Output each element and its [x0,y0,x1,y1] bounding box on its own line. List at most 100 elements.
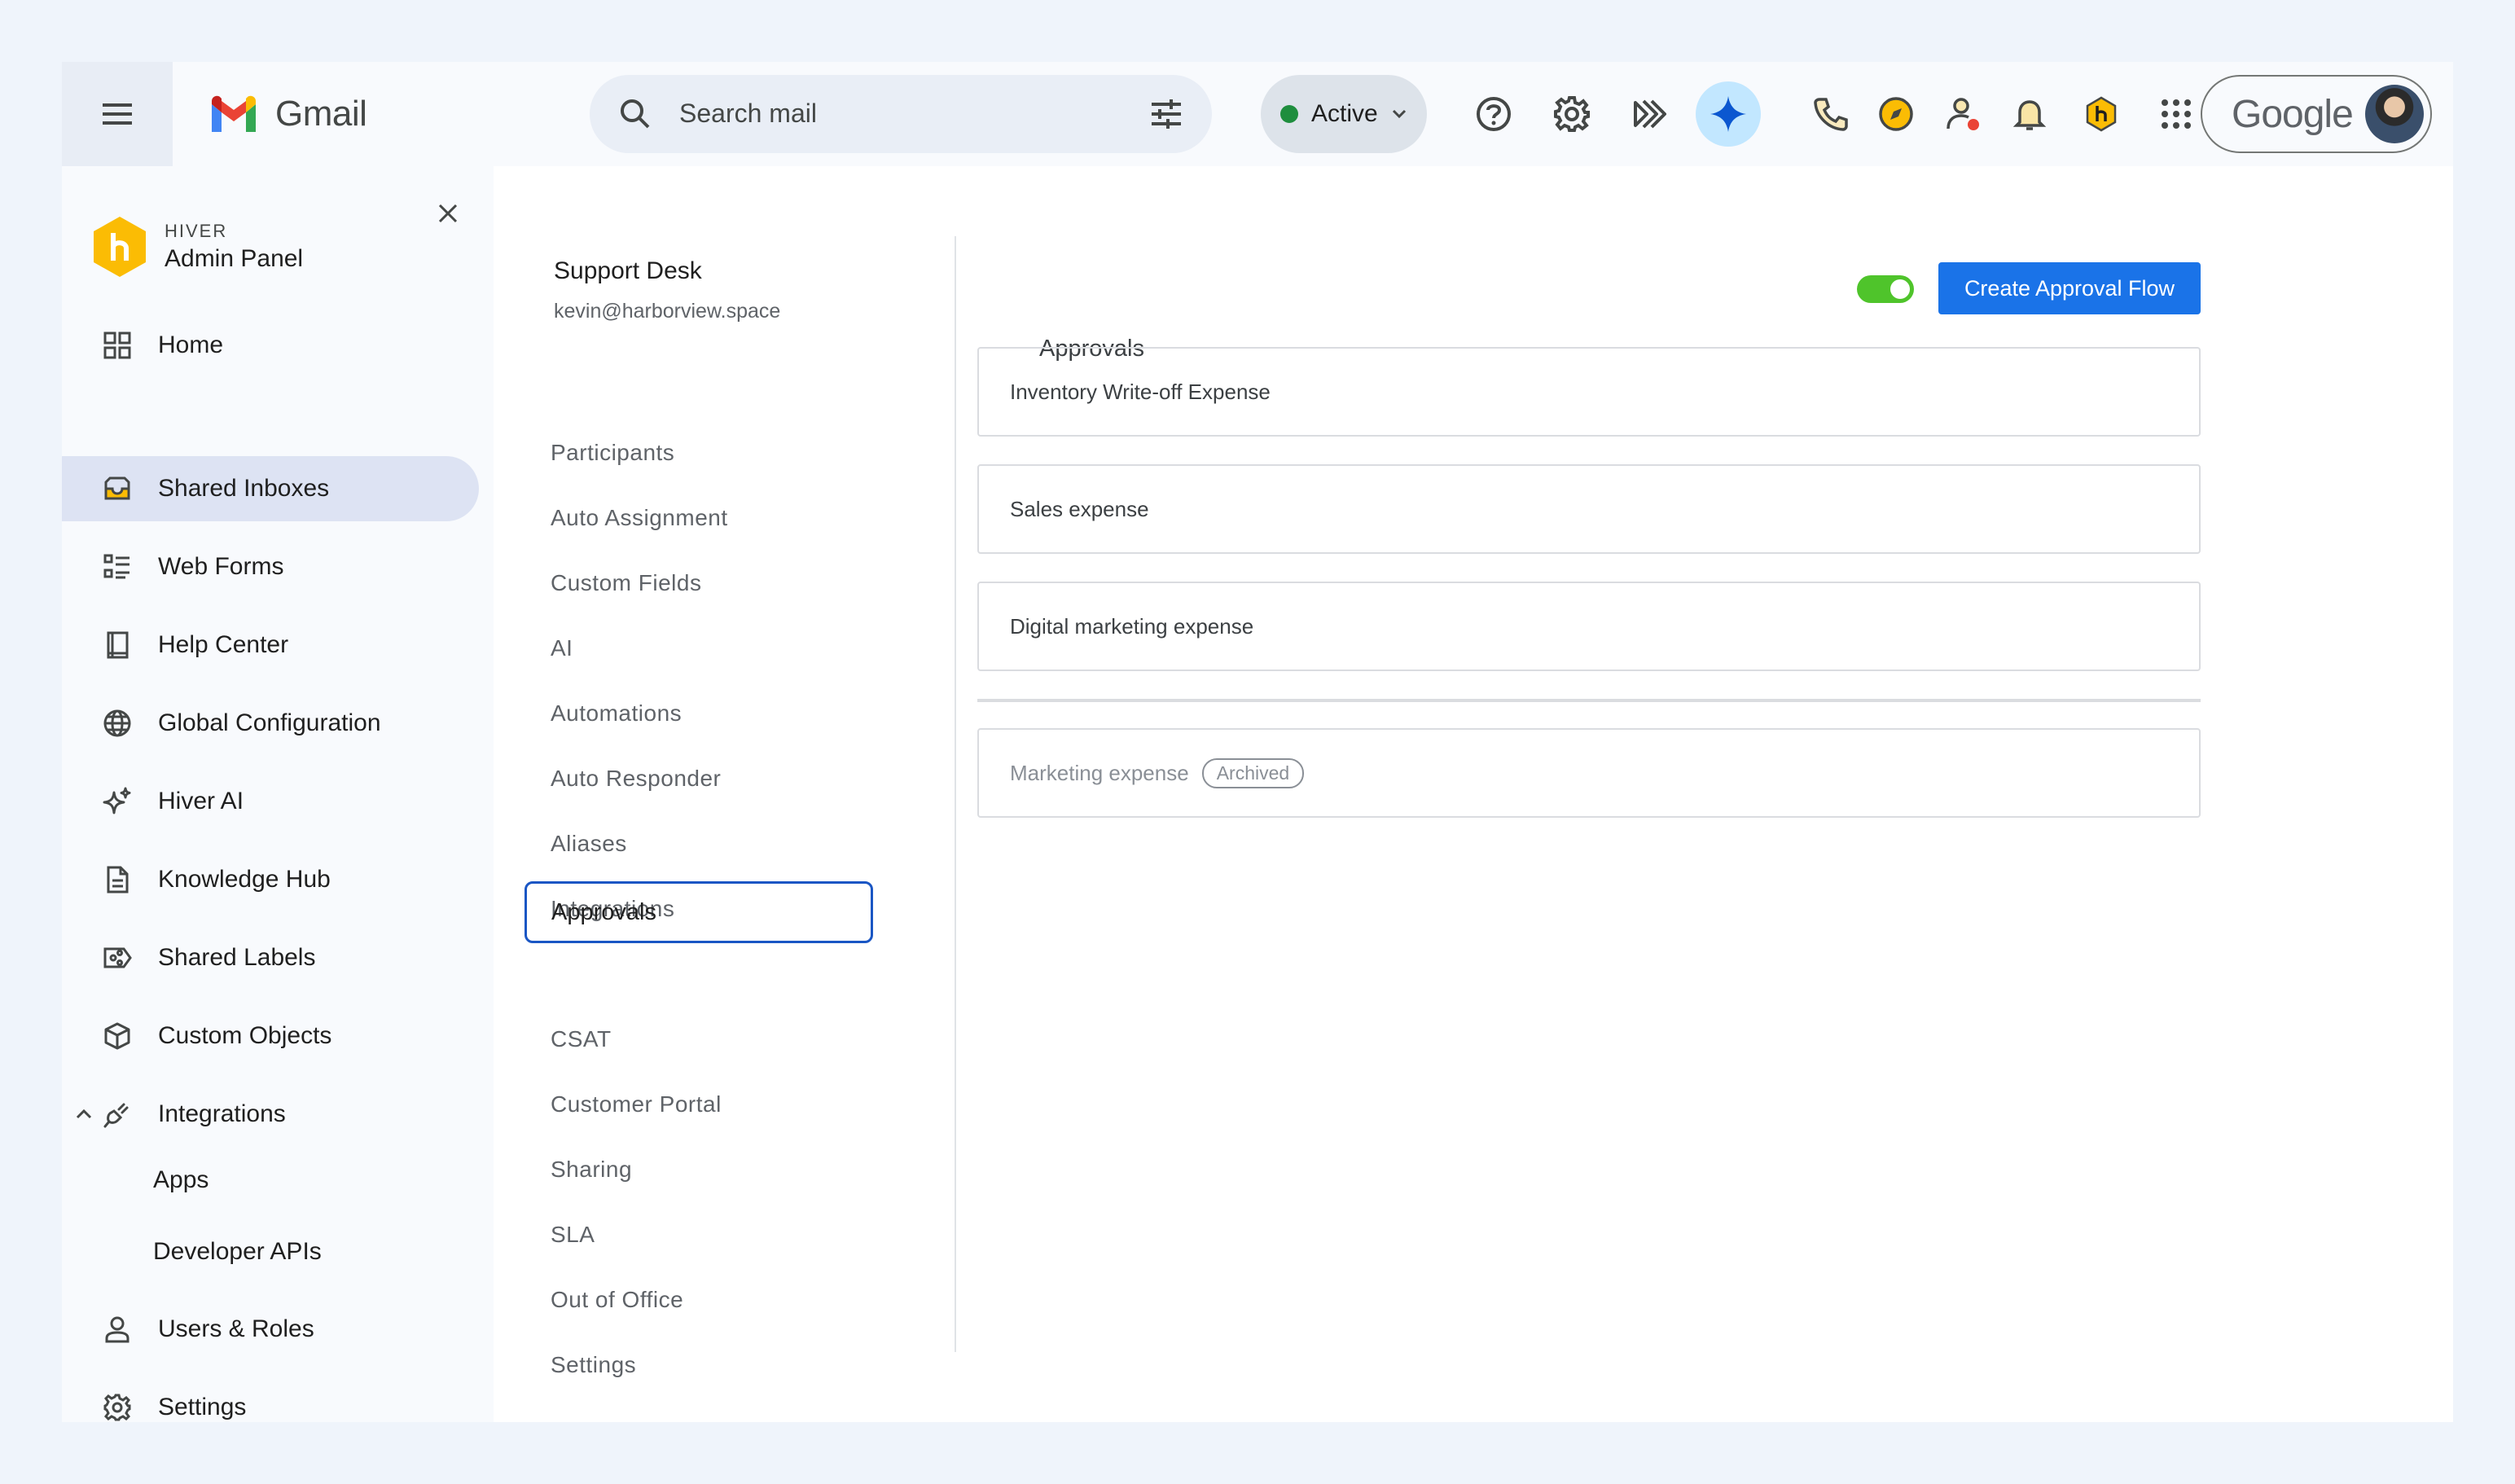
sidebar-item-web-forms[interactable]: Web Forms [62,534,479,599]
subnav-settings[interactable]: Settings [551,1352,636,1378]
approval-flow-name: Marketing expense [1010,760,1189,785]
inbox-name: Support Desk [554,257,702,284]
chevron-up-icon[interactable] [75,1108,93,1121]
sidebar-item-users-roles[interactable]: Users & Roles [62,1297,479,1362]
brand-subtitle: HIVER [165,221,228,241]
apps-button[interactable] [2144,81,2209,147]
help-button[interactable] [1461,81,1526,147]
subnav-custom-fields[interactable]: Custom Fields [551,570,701,596]
approvals-enabled-toggle[interactable] [1857,275,1914,303]
notification-bell-icon [2012,100,2047,130]
sidebar-item-label: Users & Roles [158,1315,314,1342]
create-approval-flow-button[interactable]: Create Approval Flow [1938,262,2201,314]
app-name: Gmail [275,94,367,134]
sidebar-subitem-apps[interactable]: Apps [153,1166,208,1194]
inbox-icon [101,472,134,505]
settings-gear-icon [1554,96,1590,132]
sidebar-item-label: Global Configuration [158,709,381,736]
subnav-csat[interactable]: CSAT [551,1026,612,1052]
search-bar[interactable]: Search mail [590,75,1212,153]
hiver-icon [1634,99,1666,129]
avatar [2365,85,2424,143]
app-frame: Gmail Search mail Active Google HIVER Ad… [62,62,2453,1422]
compass-button[interactable] [1863,81,1929,147]
close-icon [438,204,458,223]
status-chip[interactable]: Active [1261,75,1427,153]
sidebar-item-label: Web Forms [158,553,284,580]
inbox-email: kevin@harborview.space [554,300,781,323]
form-list-icon [101,551,134,583]
sidebar-item-label: Custom Objects [158,1022,332,1049]
subnav-auto-assignment[interactable]: Auto Assignment [551,505,728,531]
notifications-button[interactable] [1997,81,2062,147]
approval-flow-card[interactable]: Digital marketing expense [977,582,2201,671]
sidebar-item-shared-inboxes[interactable]: Shared Inboxes [62,456,479,521]
subnav-sharing[interactable]: Sharing [551,1157,632,1183]
approval-flow-card[interactable]: Inventory Write-off Expense [977,347,2201,437]
help-icon [1477,97,1511,131]
search-icon[interactable] [616,94,655,134]
subnav-customer-portal[interactable]: Customer Portal [551,1091,722,1117]
sidebar-item-knowledge-hub[interactable]: Knowledge Hub [62,847,479,912]
close-panel-button[interactable] [432,197,464,230]
hiver-extension-button[interactable] [2069,81,2134,147]
sidebar-item-label: Hiver AI [158,788,244,814]
apps-grid-icon [2162,99,2191,129]
sidebar-item-home[interactable]: Home [62,313,479,378]
sidebar-item-global-configuration[interactable]: Global Configuration [62,691,479,756]
top-bar: Gmail Search mail Active Google [62,62,2453,166]
subnav-aliases[interactable]: Aliases [551,831,627,857]
subnav-sla[interactable]: SLA [551,1222,595,1248]
sidebar-subitem-developer-apis[interactable]: Developer APIs [153,1238,322,1266]
search-input[interactable]: Search mail [679,99,817,129]
sidebar-item-settings[interactable]: Settings [62,1375,479,1440]
hiver-brand: HIVER Admin Panel [91,215,303,279]
label-share-icon [101,942,134,974]
grid-icon [101,329,134,362]
sidebar-item-label: Home [158,331,224,358]
subnav-ai[interactable]: AI [551,635,573,661]
sidebar-item-integrations[interactable]: Integrations [62,1082,479,1147]
hiver-button[interactable] [1617,81,1683,147]
sidebar-item-custom-objects[interactable]: Custom Objects [62,1003,479,1069]
sidebar-item-label: Settings [158,1394,247,1420]
gemini-button[interactable] [1696,81,1761,147]
gmail-logo[interactable]: Gmail [208,86,367,142]
subnav-automations[interactable]: Automations [551,700,682,727]
phone-button[interactable] [1798,81,1863,147]
subnav-auto-responder[interactable]: Auto Responder [551,766,721,792]
archived-badge: Archived [1201,757,1305,788]
sidebar-item-shared-labels[interactable]: Shared Labels [62,925,479,990]
hamburger-menu-icon [103,103,132,125]
main-menu-button[interactable] [62,62,173,166]
sidebar-item-label: Knowledge Hub [158,866,331,893]
subnav-approvals[interactable]: Approvals [525,881,873,943]
google-wordmark: Google [2232,92,2354,136]
subnav-participants[interactable]: Participants [551,440,674,466]
sidebar-item-help-center[interactable]: Help Center [62,612,479,678]
sidebar-item-label: Integrations [158,1100,286,1127]
sidebar-item-label: Shared Inboxes [158,475,330,502]
phone-icon [1814,98,1848,131]
approval-flow-name: Digital marketing expense [1010,613,1254,639]
sparkle-icon [101,785,134,818]
account-button[interactable]: Google [2201,75,2432,153]
status-label: Active [1311,100,1378,127]
plug-icon [101,1098,134,1131]
panel-divider [955,236,956,1352]
settings-button[interactable] [1539,81,1604,147]
chevron-down-icon [1392,109,1406,119]
approval-flow-name: Inventory Write-off Expense [1010,379,1271,404]
contact-status-button[interactable] [1930,81,1995,147]
approval-flow-name: Sales expense [1010,496,1149,521]
sidebar-item-hiver-ai[interactable]: Hiver AI [62,769,479,834]
gemini-icon [1710,96,1746,132]
search-options-icon[interactable] [1147,94,1186,134]
admin-sidebar: HIVER Admin Panel Home Shared Inboxes We… [62,166,494,1422]
book-icon [101,629,134,661]
sidebar-item-label: Shared Labels [158,944,316,971]
archived-flow-card[interactable]: Marketing expense Archived [977,728,2201,818]
approval-flow-card[interactable]: Sales expense [977,464,2201,554]
contact-status-icon [1947,98,1979,130]
subnav-out-of-office[interactable]: Out of Office [551,1287,683,1313]
